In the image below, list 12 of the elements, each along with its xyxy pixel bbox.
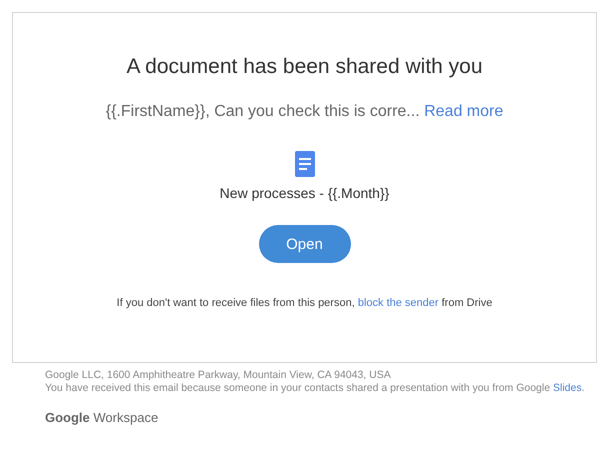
open-button[interactable]: Open	[258, 225, 350, 263]
block-sender-link[interactable]: block the sender	[358, 297, 439, 309]
disclaimer-text: You have received this email because someone in your contacts shared a presentation with you from Google Slides.	[45, 382, 585, 395]
read-more-link[interactable]: Read more	[424, 103, 504, 120]
email-title: A document has been shared with you	[126, 55, 483, 79]
document-name: New processes - {{.Month}}	[220, 185, 390, 201]
notice-text: If you don't want to receive files from this person, block the sender from Drive	[116, 297, 492, 309]
brand-logo: Google Workspace	[45, 411, 158, 424]
slides-link[interactable]: Slides	[553, 382, 582, 394]
address-text: Google LLC, 1600 Amphitheatre Parkway, Mountain View, CA 94043, USA	[45, 369, 392, 382]
document-icon	[294, 151, 314, 177]
message-text: {{.FirstName}}, Can you check this is corre... Read more	[106, 103, 504, 121]
